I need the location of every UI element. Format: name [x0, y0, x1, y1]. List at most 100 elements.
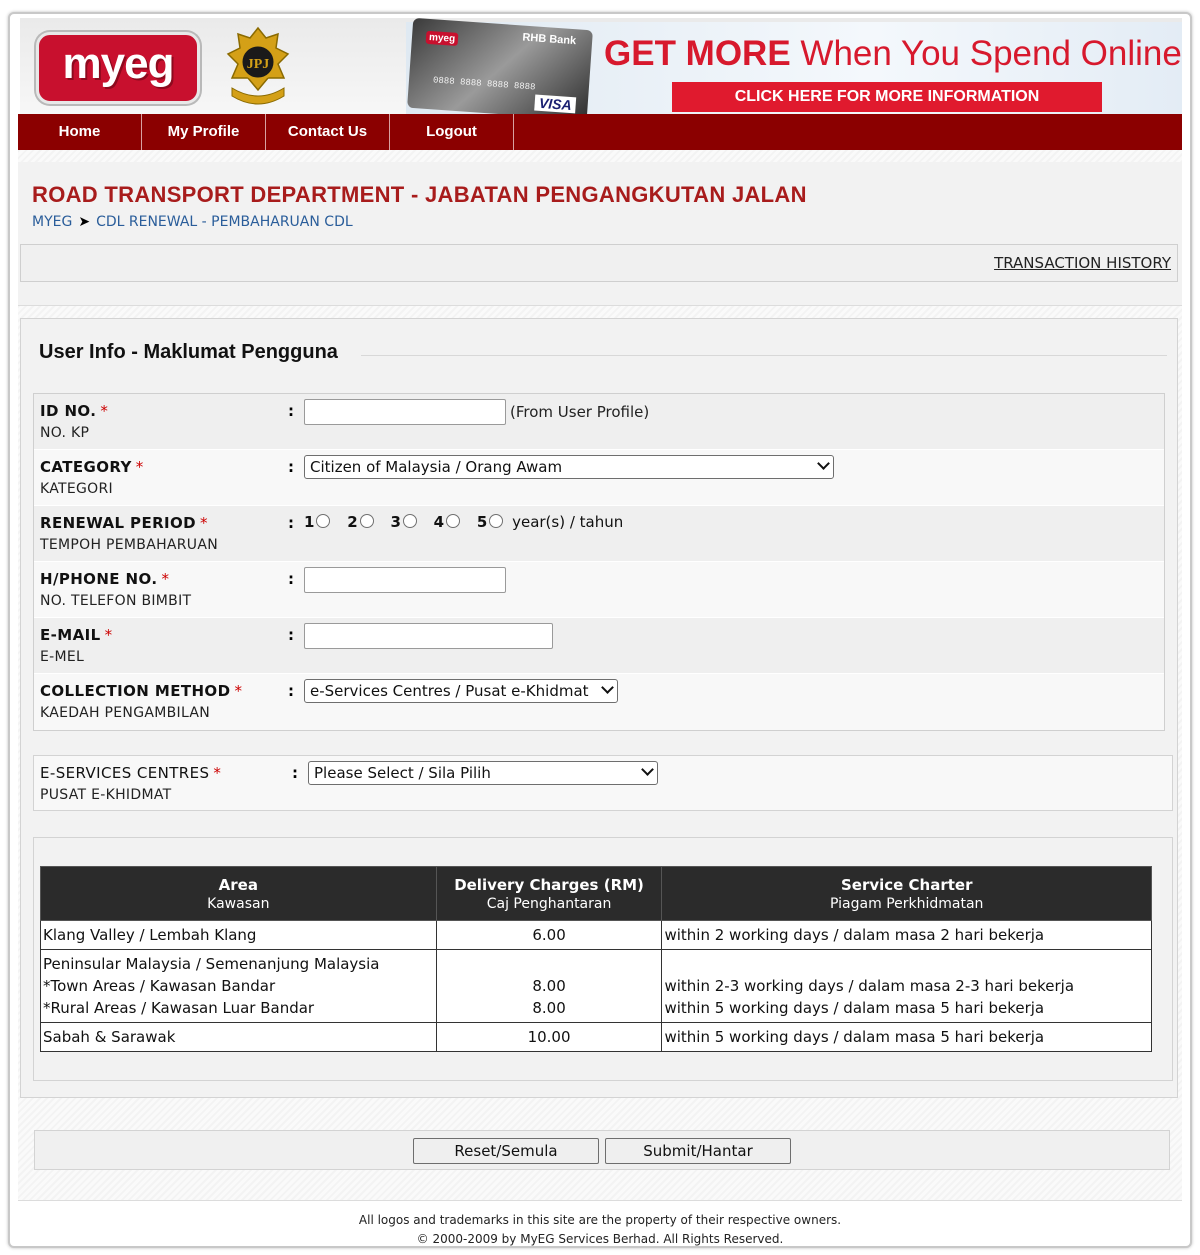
cell-charter: within 2 working days / dalam masa 2 har… — [661, 920, 1152, 950]
myeg-logo[interactable]: myeg — [36, 32, 200, 104]
title-block: ROAD TRANSPORT DEPARTMENT - JABATAN PENG… — [18, 162, 1182, 306]
row-category: CATEGORY * KATEGORI : Citizen of Malaysia… — [34, 450, 1164, 506]
category-label: CATEGORY * — [40, 458, 144, 476]
footer-copyright: © 2000-2009 by MyEG Services Berhad. All… — [416, 1232, 784, 1246]
section-title: User Info - Maklumat Pengguna — [39, 341, 338, 363]
radio-option-2[interactable]: 2 — [347, 513, 374, 531]
colon: : — [292, 764, 298, 782]
required-mark: * — [200, 514, 208, 532]
required-mark: * — [234, 682, 243, 700]
email-input[interactable] — [304, 623, 553, 649]
colon: : — [288, 402, 294, 420]
footer-trademark-note: All logos and trademarks in this site ar… — [358, 1213, 842, 1227]
delivery-charges-table: Area Kawasan Delivery Charges (RM) Caj Pen… — [40, 866, 1152, 1052]
phone-input[interactable] — [304, 567, 506, 593]
required-mark: * — [161, 570, 170, 588]
row-email: E-MAIL * E-MEL : — [34, 618, 1164, 674]
collection-method-select-value: e-Services Centres / Pusat e-Khidmat — [310, 682, 589, 700]
category-select-value: Citizen of Malaysia / Orang Awam — [310, 458, 563, 476]
eservices-centre-select-value: Please Select / Sila Pilih — [314, 764, 491, 782]
row-phone: H/PHONE NO. * NO. TELEFON BIMBIT : — [34, 562, 1164, 618]
radio-button[interactable] — [359, 514, 374, 528]
required-mark: * — [100, 402, 109, 420]
header-service-charter: Service Charter Piagam Perkhidmatan — [661, 866, 1152, 921]
header-area: Area Kawasan — [40, 866, 437, 921]
colon: : — [288, 458, 294, 476]
eservices-centre-select[interactable]: Please Select / Sila Pilih — [308, 761, 658, 785]
nav-logout[interactable]: Logout — [390, 114, 514, 150]
collection-method-sublabel: KAEDAH PENGAMBILAN — [40, 705, 211, 721]
phone-sublabel: NO. TELEFON BIMBIT — [40, 593, 192, 609]
banner-cta-button[interactable]: CLICK HERE FOR MORE INFORMATION — [672, 82, 1102, 112]
eservices-centre-label: E-SERVICES CENTRES * — [40, 764, 222, 782]
row-id-no: ID NO. * NO. KP : (From User Profile) — [34, 394, 1164, 450]
colon: : — [288, 682, 294, 700]
radio-option-3[interactable]: 3 — [390, 513, 417, 531]
eservices-centre-sublabel: PUSAT E-KHIDMAT — [40, 787, 172, 803]
banner-headline: GET MORE When You Spend Online — [604, 34, 1182, 73]
transaction-bar: TRANSACTION HISTORY — [20, 244, 1178, 282]
user-info-section: User Info - Maklumat Pengguna ID NO. * NO… — [20, 318, 1178, 1098]
breadcrumb-root[interactable]: MYEG — [32, 214, 72, 230]
cell-charge: 8.00 8.00 — [435, 949, 663, 1023]
radio-button[interactable] — [446, 514, 461, 528]
main-nav: Home My Profile Contact Us Logout — [18, 114, 1182, 150]
page-title: ROAD TRANSPORT DEPARTMENT - JABATAN PENG… — [32, 182, 807, 207]
transaction-history-link[interactable]: TRANSACTION HISTORY — [994, 254, 1171, 272]
divider — [361, 355, 1167, 356]
svg-text:JPJ: JPJ — [247, 57, 270, 72]
myeg-logo-text: myeg — [62, 39, 175, 88]
radio-button[interactable] — [402, 514, 417, 528]
cell-area: Sabah & Sarawak — [40, 1022, 437, 1052]
table-header-row: Area Kawasan Delivery Charges (RM) Caj Pen… — [40, 866, 1152, 921]
id-no-label: ID NO. * — [40, 402, 109, 420]
header-delivery-charges: Delivery Charges (RM) Caj Penghantaran — [435, 866, 663, 921]
radio-button[interactable] — [316, 514, 331, 528]
required-mark: * — [213, 764, 222, 782]
table-row: Peninsular Malaysia / Semenanjung Malays… — [40, 949, 1152, 1023]
chevron-down-icon — [641, 763, 654, 776]
chevron-down-icon — [601, 681, 614, 694]
jpj-crest-icon: JPJ — [218, 24, 298, 112]
breadcrumb-current[interactable]: CDL RENEWAL - PEMBAHARUAN CDL — [96, 214, 353, 230]
renewal-period-suffix: year(s) / tahun — [512, 513, 624, 531]
cell-charter: within 2-3 working days / dalam masa 2-3… — [661, 949, 1152, 1023]
submit-button[interactable]: Submit/Hantar — [605, 1138, 791, 1164]
phone-label: H/PHONE NO. * — [40, 570, 170, 588]
radio-option-1[interactable]: 1 — [304, 513, 331, 531]
promo-banner[interactable]: myeg RHB Bank 0888 8888 8888 8888 VISA G… — [406, 17, 1182, 121]
card-bank: RHB Bank — [522, 31, 577, 48]
category-select[interactable]: Citizen of Malaysia / Orang Awam — [304, 455, 834, 479]
credit-card-image: myeg RHB Bank 0888 8888 8888 8888 VISA — [407, 17, 593, 121]
eservices-centre-box: E-SERVICES CENTRES * PUSAT E-KHIDMAT : Pl… — [33, 755, 1173, 811]
radio-option-5[interactable]: 5 — [477, 513, 504, 531]
table-row: Klang Valley / Lembah Klang 6.00 within … — [40, 920, 1152, 950]
required-mark: * — [135, 458, 144, 476]
reset-button[interactable]: Reset/Semula — [413, 1138, 599, 1164]
chevron-down-icon — [817, 457, 830, 470]
user-info-form: ID NO. * NO. KP : (From User Profile) CAT… — [33, 393, 1165, 731]
footer: All logos and trademarks in this site ar… — [18, 1200, 1182, 1246]
row-renewal-period: RENEWAL PERIOD * TEMPOH PEMBAHARUAN : 1 2… — [34, 506, 1164, 562]
cell-area: Peninsular Malaysia / Semenanjung Malays… — [40, 949, 437, 1023]
category-sublabel: KATEGORI — [40, 481, 113, 497]
visa-logo: VISA — [534, 94, 577, 114]
row-collection-method: COLLECTION METHOD * KAEDAH PENGAMBILAN : … — [34, 674, 1164, 730]
delivery-charges-box: Area Kawasan Delivery Charges (RM) Caj Pen… — [33, 837, 1173, 1081]
id-no-input[interactable] — [304, 399, 506, 425]
nav-home[interactable]: Home — [18, 114, 142, 150]
nav-my-profile[interactable]: My Profile — [142, 114, 266, 150]
renewal-period-radio-group: 1 2 3 4 5 year(s) / tahun — [304, 513, 623, 531]
id-no-sublabel: NO. KP — [40, 425, 90, 441]
nav-contact-us[interactable]: Contact Us — [266, 114, 390, 150]
card-brand: myeg — [425, 30, 459, 46]
email-label: E-MAIL * — [40, 626, 113, 644]
radio-button[interactable] — [489, 514, 504, 528]
radio-option-4[interactable]: 4 — [434, 513, 461, 531]
renewal-period-label: RENEWAL PERIOD * — [40, 514, 208, 532]
collection-method-select[interactable]: e-Services Centres / Pusat e-Khidmat — [304, 679, 618, 703]
colon: : — [288, 570, 294, 588]
cell-charge: 6.00 — [435, 920, 663, 950]
colon: : — [288, 514, 294, 532]
breadcrumb: MYEG ➤ CDL RENEWAL - PEMBAHARUAN CDL — [32, 214, 353, 230]
